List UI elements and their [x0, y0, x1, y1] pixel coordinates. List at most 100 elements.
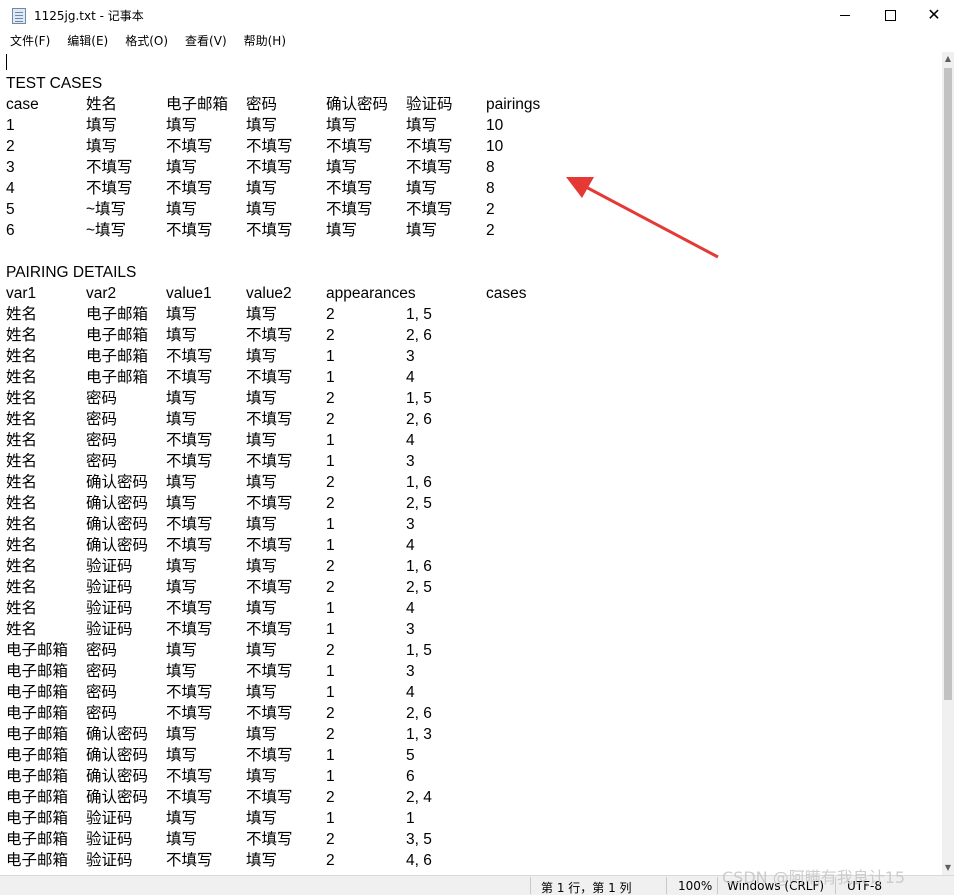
text-cell: 填写: [86, 138, 118, 155]
text-cell: 2: [6, 138, 15, 155]
text-cell: 3: [406, 663, 415, 680]
text-cell: 电子邮箱: [86, 306, 149, 323]
text-cell: 1: [326, 369, 335, 386]
text-cell: 填写: [166, 810, 198, 827]
text-cell: case: [6, 96, 39, 113]
text-cell: 填写: [246, 348, 278, 365]
text-cell: 不填写: [246, 495, 293, 512]
text-cell: 确认密码: [86, 768, 149, 785]
text-cell: 密码: [86, 642, 118, 659]
text-cell: 填写: [246, 684, 278, 701]
text-cell: value1: [166, 285, 212, 302]
text-cell: 2: [326, 726, 335, 743]
text-cell: 不填写: [326, 180, 373, 197]
text-cell: 3: [6, 159, 15, 176]
text-cell: 1, 6: [406, 474, 432, 491]
text-cell: 填写: [246, 474, 278, 491]
text-cell: 确认密码: [86, 495, 149, 512]
text-cell: 2: [486, 201, 495, 218]
text-cell: 不填写: [166, 432, 213, 449]
text-cell: 姓名: [6, 516, 38, 533]
text-cell: 姓名: [6, 348, 38, 365]
text-cell: 4: [6, 180, 15, 197]
text-cell: 1: [326, 621, 335, 638]
text-cell: 填写: [246, 600, 278, 617]
text-cell: 填写: [246, 768, 278, 785]
text-cell: 2, 5: [406, 495, 432, 512]
text-cell: 填写: [326, 117, 358, 134]
text-cell: 1: [326, 600, 335, 617]
text-cell: 填写: [246, 432, 278, 449]
text-cell: 不填写: [246, 327, 293, 344]
text-cell: 不填写: [246, 789, 293, 806]
menu-help[interactable]: 帮助(H): [234, 30, 293, 52]
text-cell: 填写: [166, 159, 198, 176]
maximize-button[interactable]: [867, 0, 913, 30]
text-cell: 验证码: [86, 852, 133, 869]
text-cell: 填写: [166, 411, 198, 428]
text-cell: 确认密码: [326, 96, 389, 113]
text-cell: 2: [326, 327, 335, 344]
text-cell: 不填写: [326, 201, 373, 218]
text-cell: 填写: [246, 810, 278, 827]
text-cell: 不填写: [246, 579, 293, 596]
text-cell: 不填写: [246, 159, 293, 176]
minimize-button[interactable]: [822, 0, 868, 30]
text-cell: 4, 6: [406, 852, 432, 869]
text-cell: 验证码: [86, 621, 133, 638]
text-cell: 填写: [246, 117, 278, 134]
text-cell: 10: [486, 117, 504, 134]
text-cell: 验证码: [406, 96, 453, 113]
text-cell: 不填写: [246, 831, 293, 848]
scroll-up-icon[interactable]: ▲: [942, 52, 954, 66]
text-cell: 不填写: [166, 369, 213, 386]
menu-format[interactable]: 格式(O): [115, 30, 175, 52]
text-cell: 2: [486, 222, 495, 239]
test-cases-heading-text: TEST CASES: [6, 75, 103, 92]
scrollbar-thumb[interactable]: [944, 68, 952, 700]
text-cell: 姓名: [6, 453, 38, 470]
text-cell: 不填写: [166, 516, 213, 533]
text-cell: 1: [326, 747, 335, 764]
text-cell: 填写: [166, 474, 198, 491]
text-cell: var2: [86, 285, 117, 302]
text-cell: 不填写: [166, 453, 213, 470]
text-cell: 密码: [86, 390, 118, 407]
text-cell: 验证码: [86, 600, 133, 617]
vertical-scrollbar[interactable]: ▲ ▼: [942, 52, 954, 875]
text-cell: 不填写: [166, 180, 213, 197]
scroll-down-icon[interactable]: ▼: [942, 861, 954, 875]
text-cell: 1: [326, 663, 335, 680]
maximize-icon: [884, 9, 896, 21]
text-cell: 姓名: [86, 96, 118, 113]
text-cell: 电子邮箱: [86, 348, 149, 365]
text-cell: 电子邮箱: [6, 642, 69, 659]
text-cell: 2, 6: [406, 327, 432, 344]
text-cell: 3: [406, 348, 415, 365]
text-cell: 填写: [166, 306, 198, 323]
text-cell: 2, 6: [406, 411, 432, 428]
text-cell: 不填写: [166, 621, 213, 638]
text-cell: 姓名: [6, 432, 38, 449]
text-cell: 填写: [406, 117, 438, 134]
text-cell: 6: [6, 222, 15, 239]
menu-edit[interactable]: 编辑(E): [57, 30, 115, 52]
text-cell: 姓名: [6, 579, 38, 596]
text-cell: 填写: [246, 558, 278, 575]
text-cell: 电子邮箱: [6, 789, 69, 806]
text-cell: 验证码: [86, 831, 133, 848]
text-cell: 2: [326, 390, 335, 407]
text-cell: 不填写: [246, 705, 293, 722]
text-cell: 1, 5: [406, 642, 432, 659]
menu-file[interactable]: 文件(F): [0, 30, 57, 52]
text-cell: 5: [406, 747, 415, 764]
text-cell: 1: [406, 810, 415, 827]
text-cell: 姓名: [6, 369, 38, 386]
text-cell: 1: [326, 348, 335, 365]
text-cell: 电子邮箱: [6, 684, 69, 701]
menu-view[interactable]: 查看(V): [175, 30, 234, 52]
close-button[interactable]: ✕: [911, 0, 954, 30]
text-cell: 密码: [86, 663, 118, 680]
status-separator: [530, 877, 531, 894]
title-bar[interactable]: 1125jg.txt - 记事本 ✕: [0, 0, 954, 31]
